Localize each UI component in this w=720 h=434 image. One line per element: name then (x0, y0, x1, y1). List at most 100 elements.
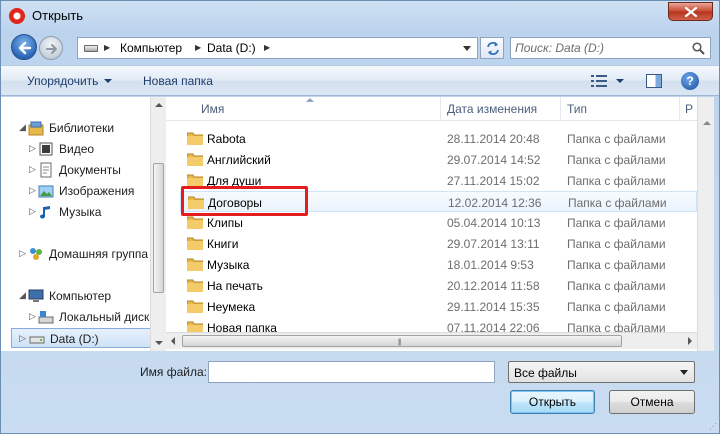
expand-arrow-icon[interactable]: ▷ (19, 333, 26, 344)
navigation-pane: ◢ Библиотеки ▷ Видео ▷ Документы ▷ Изобр… (1, 97, 165, 351)
scroll-right-icon[interactable] (688, 337, 692, 345)
file-type: Папка с файлами (567, 132, 666, 146)
nav-label: Библиотеки (49, 121, 115, 135)
column-date-modified[interactable]: Дата изменения (447, 102, 537, 116)
scroll-up-icon[interactable] (155, 103, 163, 107)
navigation-scrollbar[interactable] (150, 97, 166, 351)
scrollbar-thumb[interactable]: ||| (182, 335, 622, 347)
back-button[interactable] (11, 34, 37, 60)
chevron-down-icon (680, 370, 688, 375)
list-item[interactable]: На печать 20.12.2014 11:58 Папка с файла… (180, 275, 697, 296)
close-button[interactable] (668, 2, 713, 21)
address-history-dropdown-icon[interactable] (463, 46, 471, 51)
open-file-dialog: Открыть ▶ Компьютер ▶ Data (D:) ▶ Поиск:… (0, 0, 720, 434)
breadcrumb-computer[interactable]: Компьютер (120, 41, 182, 55)
expand-arrow-icon[interactable]: ▷ (29, 311, 36, 322)
view-options-dropdown-icon[interactable] (616, 79, 624, 83)
file-type-filter[interactable]: Все файлы (508, 361, 695, 383)
expand-arrow-icon[interactable]: ▷ (29, 143, 36, 154)
nav-item-video[interactable]: ▷ Видео (29, 139, 149, 159)
nav-item-data-drive[interactable]: ▷ Data (D:) (11, 328, 151, 348)
search-icon[interactable] (692, 42, 705, 55)
resize-grip-icon[interactable]: ⋰ (709, 422, 717, 431)
breadcrumb-separator-icon[interactable]: ▶ (264, 43, 270, 52)
cancel-button[interactable]: Отмена (609, 390, 695, 414)
expand-arrow-icon[interactable]: ▷ (29, 185, 36, 196)
nav-label: Музыка (59, 205, 102, 219)
local-disk-icon (38, 311, 54, 324)
pictures-library-icon (38, 185, 54, 198)
music-library-icon (40, 206, 50, 219)
file-date: 29.11.2014 15:35 (447, 300, 540, 314)
column-name[interactable]: Имя (201, 102, 224, 116)
list-item[interactable]: Английский 29.07.2014 14:52 Папка с файл… (180, 149, 697, 170)
file-type: Папка с файлами (567, 300, 666, 314)
file-type: Папка с файлами (567, 216, 666, 230)
nav-label: Компьютер (49, 289, 112, 303)
highlight-annotation (181, 186, 308, 216)
file-name: На печать (207, 279, 263, 293)
new-folder-button[interactable]: Новая папка (143, 74, 213, 88)
nav-label: Видео (59, 142, 95, 156)
list-item[interactable]: Музыка 18.01.2014 9:53 Папка с файлами (180, 254, 697, 275)
title-bar[interactable]: Открыть (1, 1, 719, 31)
search-box[interactable] (510, 37, 711, 59)
file-name: Музыка (207, 258, 250, 272)
arrow-right-icon (46, 44, 57, 54)
nav-item-homegroup[interactable]: ▷ Домашняя группа (19, 244, 149, 264)
folder-icon (187, 216, 203, 229)
breadcrumb-separator-icon[interactable]: ▶ (104, 43, 110, 52)
file-list: Имя Дата изменения Тип Р Rabota 28.11.20… (166, 97, 697, 351)
change-view-icon[interactable] (591, 75, 607, 87)
list-item[interactable]: Rabota 28.11.2014 20:48 Папка с файлами (180, 128, 697, 149)
refresh-button[interactable] (480, 37, 504, 59)
organize-button[interactable]: Упорядочить (27, 74, 113, 88)
scroll-up-icon[interactable] (703, 121, 711, 125)
column-type[interactable]: Тип (567, 102, 587, 116)
file-list-horizontal-scrollbar[interactable]: ||| (166, 332, 697, 349)
nav-item-pictures[interactable]: ▷ Изображения (29, 181, 149, 201)
collapse-arrow-icon[interactable]: ◢ (19, 290, 26, 301)
nav-item-local-disk[interactable]: ▷ Локальный диск (29, 307, 149, 327)
libraries-icon (28, 121, 44, 136)
nav-label: Документы (59, 163, 121, 177)
folder-icon (187, 174, 203, 187)
collapse-arrow-icon[interactable]: ◢ (19, 122, 26, 133)
scrollbar-thumb[interactable] (153, 163, 164, 293)
address-bar[interactable]: ▶ Компьютер ▶ Data (D:) ▶ (77, 37, 478, 59)
file-list-vertical-scrollbar[interactable] (697, 97, 714, 351)
scroll-down-icon[interactable] (155, 341, 163, 345)
file-type: Папка с файлами (568, 196, 667, 210)
help-icon[interactable]: ? (681, 72, 699, 90)
forward-button[interactable] (39, 36, 63, 60)
expand-arrow-icon[interactable]: ▷ (29, 206, 36, 217)
file-type: Папка с файлами (567, 153, 666, 167)
chevron-down-icon (104, 79, 113, 83)
column-size[interactable]: Р (685, 102, 693, 116)
expand-arrow-icon[interactable]: ▷ (19, 248, 26, 259)
homegroup-icon (30, 248, 42, 260)
scroll-left-icon[interactable] (171, 337, 175, 345)
folder-icon (187, 258, 203, 271)
filename-field[interactable] (208, 361, 495, 383)
nav-item-computer[interactable]: ◢ Компьютер (19, 286, 149, 306)
refresh-icon (487, 42, 499, 55)
nav-item-libraries[interactable]: ◢ Библиотеки (19, 118, 149, 138)
expand-arrow-icon[interactable]: ▷ (29, 164, 36, 175)
file-name: Клипы (207, 216, 243, 230)
search-input[interactable] (515, 40, 685, 56)
computer-icon (28, 289, 44, 302)
file-date: 20.12.2014 11:58 (447, 279, 540, 293)
open-button[interactable]: Открыть (510, 390, 595, 414)
list-item[interactable]: Книги 29.07.2014 13:11 Папка с файлами (180, 233, 697, 254)
breadcrumb-drive[interactable]: Data (D:) (207, 41, 256, 55)
file-date: 05.04.2014 10:13 (447, 216, 541, 230)
organize-label: Упорядочить (27, 74, 99, 88)
nav-item-documents[interactable]: ▷ Документы (29, 160, 149, 180)
breadcrumb-separator-icon[interactable]: ▶ (195, 43, 201, 52)
nav-item-music[interactable]: ▷ Музыка (29, 202, 149, 222)
preview-pane-icon[interactable] (646, 74, 662, 88)
list-item[interactable]: Неумека 29.11.2014 15:35 Папка с файлами (180, 296, 697, 317)
nav-label: Data (D:) (50, 332, 99, 346)
file-date: 27.11.2014 15:02 (447, 174, 540, 188)
